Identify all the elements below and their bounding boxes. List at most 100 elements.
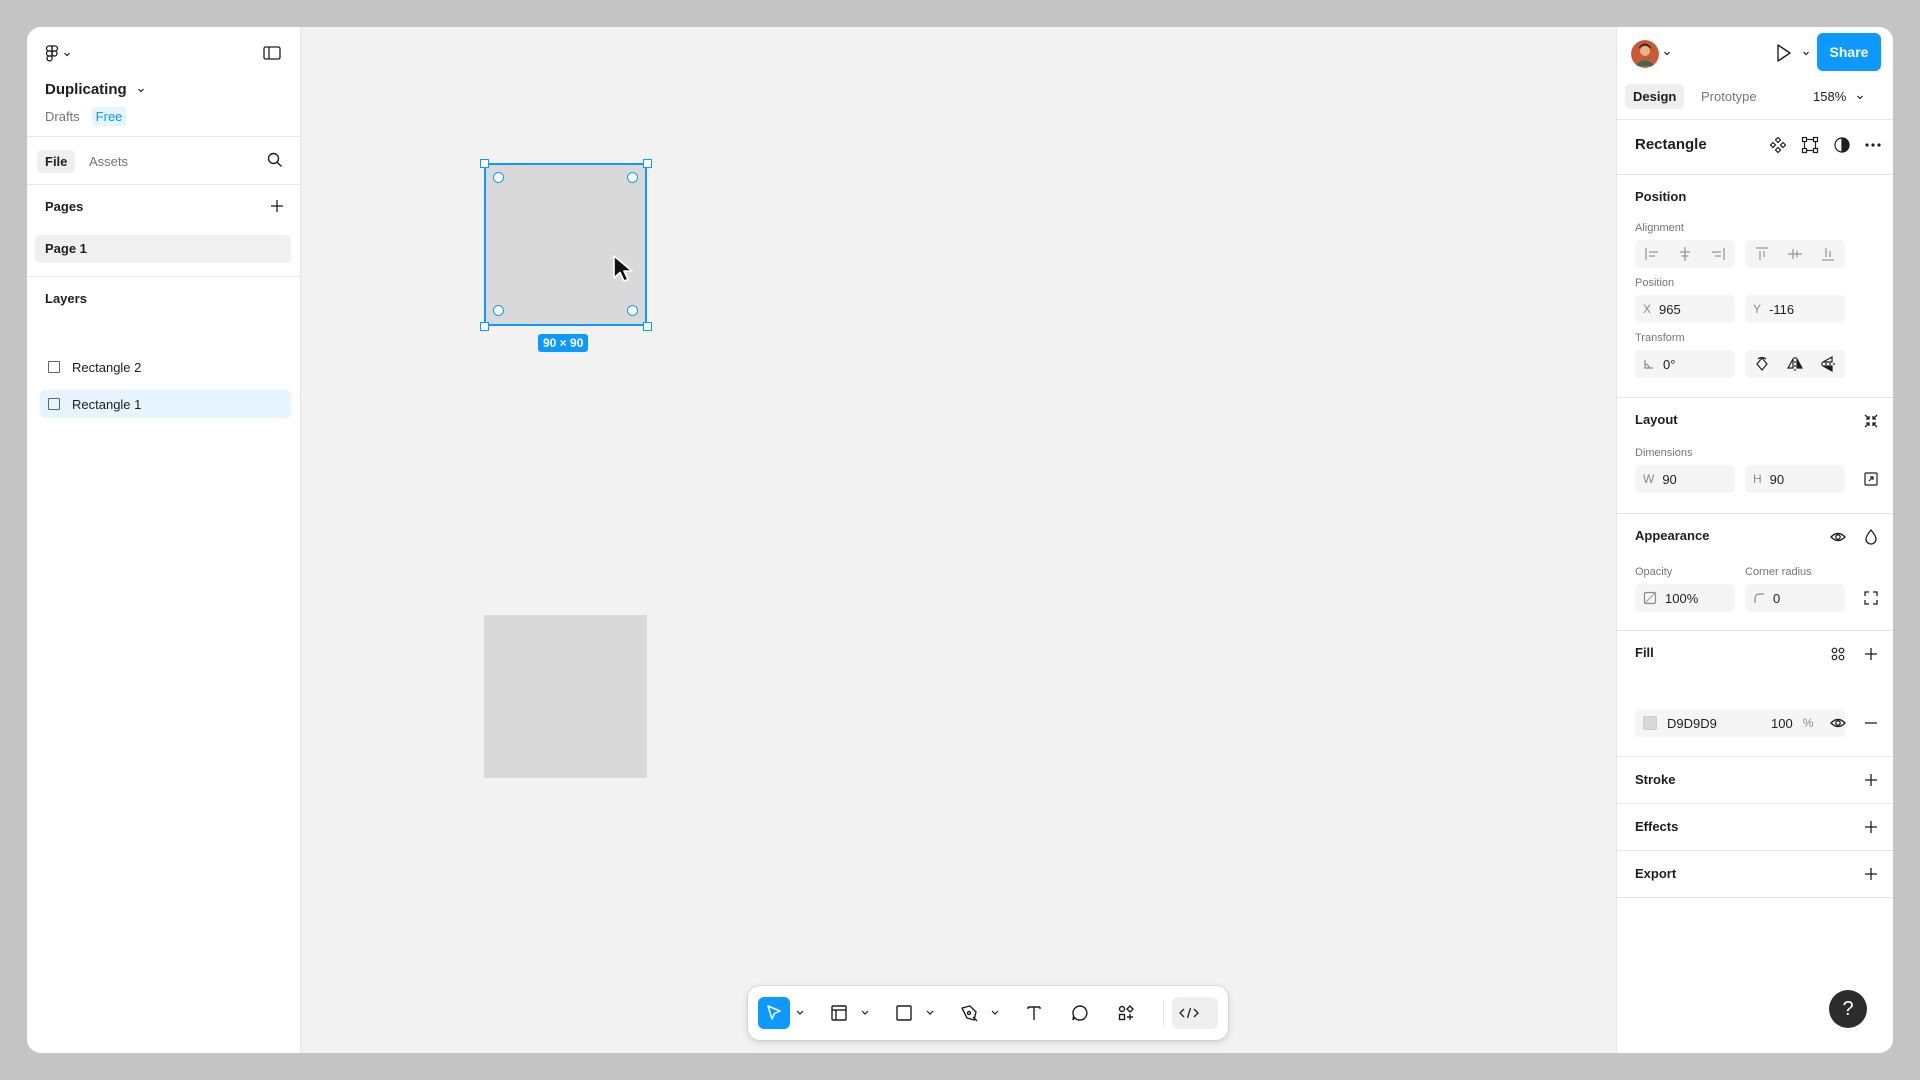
add-stroke-button[interactable] [1860, 769, 1882, 791]
align-bottom-icon[interactable] [1819, 245, 1837, 263]
corner-radius-handle[interactable] [627, 172, 638, 183]
tab-design[interactable]: Design [1625, 84, 1685, 109]
auto-layout-button[interactable] [1860, 410, 1882, 432]
blend-mode-button[interactable] [1860, 526, 1882, 548]
resize-handle[interactable] [480, 322, 489, 331]
align-right-icon[interactable] [1709, 245, 1727, 263]
chevron-down-icon[interactable] [925, 1007, 935, 1017]
tab-file[interactable]: File [37, 150, 76, 173]
file-title-button[interactable]: Duplicating [45, 81, 145, 98]
divider [1617, 630, 1893, 631]
edit-object-button[interactable] [1800, 135, 1820, 155]
constrain-proportions-button[interactable] [1860, 468, 1882, 490]
layer-item[interactable]: Rectangle 2 [40, 353, 291, 381]
mask-button[interactable] [1832, 135, 1852, 155]
flip-vertical-icon[interactable] [1819, 355, 1837, 373]
corner-radius-handle[interactable] [493, 172, 504, 183]
figma-logo-icon [45, 45, 59, 62]
height-input[interactable]: H 90 [1745, 465, 1845, 493]
drafts-link[interactable]: Drafts [45, 109, 80, 124]
main-menu-button[interactable] [45, 43, 71, 65]
frame-tool-button[interactable] [823, 997, 855, 1029]
text-tool-button[interactable] [1018, 997, 1050, 1029]
fill-opacity[interactable]: 100 [1771, 716, 1793, 731]
stroke-heading: Stroke [1635, 772, 1676, 787]
divider [1617, 513, 1893, 514]
divider [1617, 803, 1893, 804]
canvas[interactable]: 90 × 90 [302, 27, 1616, 1053]
plus-icon [1865, 648, 1877, 660]
search-button[interactable] [266, 151, 286, 171]
divider [1617, 397, 1893, 398]
chevron-down-icon[interactable] [1802, 49, 1810, 57]
plan-badge[interactable]: Free [91, 107, 127, 126]
page-item[interactable]: Page 1 [35, 235, 291, 263]
fill-hex[interactable]: D9D9D9 [1667, 716, 1761, 731]
y-position-input[interactable]: Y -116 [1745, 295, 1845, 323]
sidebar-toggle-button[interactable] [262, 43, 284, 65]
corner-radius-handle[interactable] [627, 305, 638, 316]
avatar[interactable] [1631, 40, 1659, 68]
dev-mode-toggle[interactable] [1172, 997, 1218, 1029]
align-center-horizontal-icon[interactable] [1676, 245, 1694, 263]
toggle-visibility-button[interactable] [1827, 526, 1849, 548]
selection-title: Rectangle [1635, 136, 1707, 153]
share-button[interactable]: Share [1817, 33, 1881, 71]
selection-box[interactable] [484, 163, 647, 326]
chevron-down-icon[interactable] [1663, 49, 1671, 57]
chevron-down-icon[interactable] [860, 1007, 870, 1017]
add-effect-button[interactable] [1860, 816, 1882, 838]
fill-input[interactable]: D9D9D9 100 % [1635, 709, 1845, 737]
fill-swatch[interactable] [1643, 716, 1657, 730]
zoom-dropdown[interactable]: 158% [1813, 89, 1864, 104]
add-page-button[interactable] [268, 197, 286, 215]
resize-handle[interactable] [643, 322, 652, 331]
x-value: 965 [1659, 301, 1681, 317]
add-fill-button[interactable] [1860, 643, 1882, 665]
chevron-down-icon[interactable] [990, 1007, 1000, 1017]
chevron-down-icon[interactable] [795, 1007, 805, 1017]
rotate-90-icon[interactable] [1753, 355, 1771, 373]
styles-button[interactable] [1827, 643, 1849, 665]
resize-handle[interactable] [643, 159, 652, 168]
resize-handle[interactable] [480, 159, 489, 168]
plus-icon [271, 200, 283, 212]
flip-horizontal-icon[interactable] [1786, 355, 1804, 373]
tab-assets[interactable]: Assets [81, 150, 136, 173]
more-options-button[interactable] [1863, 135, 1883, 155]
comment-tool-button[interactable] [1064, 997, 1096, 1029]
rectangle-layer-icon [48, 361, 60, 373]
corners-icon [1864, 591, 1878, 605]
rotation-input[interactable]: 0° [1635, 350, 1735, 378]
resize-icon [1864, 472, 1878, 486]
align-left-icon[interactable] [1643, 245, 1661, 263]
fill-visibility-button[interactable] [1827, 712, 1849, 734]
width-input[interactable]: W 90 [1635, 465, 1735, 493]
transform-actions-group [1745, 350, 1845, 378]
file-title: Duplicating [45, 81, 127, 98]
corner-radius-handle[interactable] [493, 305, 504, 316]
divider [1617, 174, 1893, 175]
code-icon [1179, 1007, 1199, 1019]
tab-prototype[interactable]: Prototype [1693, 84, 1765, 109]
add-export-button[interactable] [1860, 863, 1882, 885]
help-button[interactable]: ? [1829, 990, 1867, 1028]
export-heading: Export [1635, 866, 1677, 881]
dimensions-label: Dimensions [1635, 447, 1693, 459]
rectangle-2[interactable] [484, 615, 647, 778]
pen-tool-button[interactable] [953, 997, 985, 1029]
present-button[interactable] [1771, 41, 1795, 65]
actions-tool-button[interactable] [1110, 997, 1142, 1029]
opacity-input[interactable]: 100% [1635, 584, 1735, 612]
align-top-icon[interactable] [1753, 245, 1771, 263]
remove-fill-button[interactable] [1860, 712, 1882, 734]
x-position-input[interactable]: X 965 [1635, 295, 1735, 323]
move-tool-button[interactable] [758, 997, 790, 1029]
align-middle-icon[interactable] [1786, 245, 1804, 263]
independent-corners-button[interactable] [1860, 587, 1882, 609]
rectangle-tool-button[interactable] [888, 997, 920, 1029]
create-component-button[interactable] [1768, 135, 1788, 155]
corner-radius-input[interactable]: 0 [1745, 584, 1845, 612]
layer-item[interactable]: Rectangle 1 [40, 390, 291, 418]
left-panel: Duplicating Drafts Free File Assets Page… [27, 27, 301, 1053]
